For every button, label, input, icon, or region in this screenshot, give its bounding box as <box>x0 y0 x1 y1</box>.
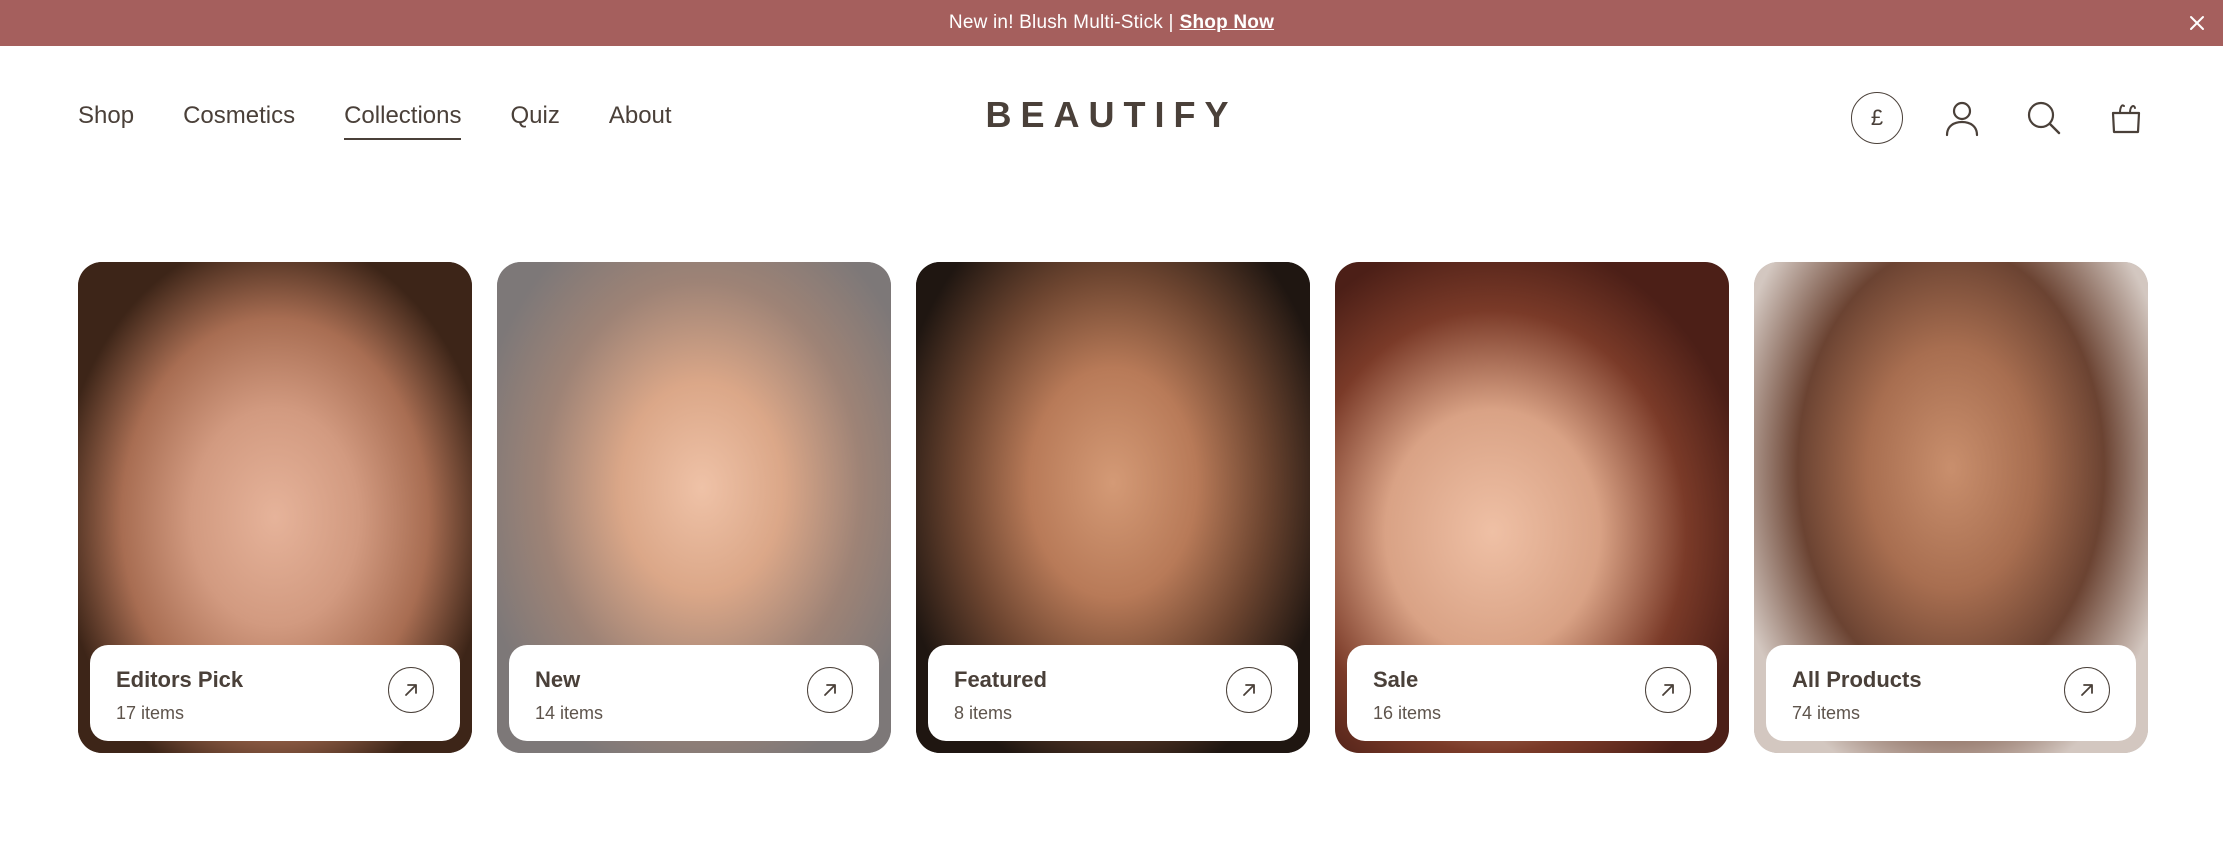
collections-grid: Editors Pick 17 items New 14 items Featu… <box>78 262 2148 753</box>
collection-count: 16 items <box>1373 703 1442 723</box>
arrow-up-right-icon <box>1662 684 1674 696</box>
bag-icon[interactable] <box>2107 99 2145 137</box>
arrow-up-right-icon <box>1243 684 1255 696</box>
site-header: Shop Cosmetics Collections Quiz About BE… <box>0 46 2223 188</box>
collection-title: Sale <box>1373 667 1419 692</box>
header-actions: £ <box>1851 92 2149 144</box>
collection-info: New 14 items <box>509 645 879 741</box>
collection-title: New <box>535 667 581 692</box>
currency-button[interactable]: £ <box>1851 92 1903 144</box>
arrow-up-right-icon <box>405 684 417 696</box>
collection-card-featured[interactable]: Featured 8 items <box>916 262 1310 753</box>
collection-info: Editors Pick 17 items <box>90 645 460 741</box>
arrow-up-right-icon <box>2081 684 2093 696</box>
search-button[interactable] <box>2021 95 2067 141</box>
shop-now-link[interactable]: Shop Now <box>1180 12 1274 34</box>
collection-info: Sale 16 items <box>1347 645 1717 741</box>
collection-title: All Products <box>1792 667 1922 692</box>
collection-card-new[interactable]: New 14 items <box>497 262 891 753</box>
collection-arrow-button[interactable] <box>807 667 853 713</box>
announcement-text: New in! Blush Multi-Stick | <box>948 12 1174 33</box>
collection-arrow-button[interactable] <box>1645 667 1691 713</box>
announcement-bar: New in! Blush Multi-Stick | Shop Now <box>0 0 2223 46</box>
collection-arrow-button[interactable] <box>1226 667 1272 713</box>
bag-button[interactable] <box>2103 95 2149 141</box>
collection-count: 8 items <box>954 703 1013 723</box>
account-button[interactable] <box>1939 95 1985 141</box>
collection-card-editors-pick[interactable]: Editors Pick 17 items <box>78 262 472 753</box>
close-icon[interactable] <box>2185 11 2209 35</box>
collection-arrow-button[interactable] <box>2064 667 2110 713</box>
search-icon[interactable] <box>2025 99 2063 137</box>
collection-title: Editors Pick <box>116 667 244 692</box>
collection-card-all-products[interactable]: All Products 74 items <box>1754 262 2148 753</box>
collection-count: 14 items <box>535 703 604 723</box>
close-announcement-button[interactable] <box>2185 11 2209 35</box>
collection-count: 17 items <box>116 703 185 723</box>
arrow-up-right-icon <box>824 684 836 696</box>
collection-count: 74 items <box>1792 703 1861 723</box>
collection-title: Featured <box>954 667 1047 692</box>
collection-info: All Products 74 items <box>1766 645 2136 741</box>
collection-info: Featured 8 items <box>928 645 1298 741</box>
user-icon[interactable] <box>1942 98 1982 138</box>
collection-arrow-button[interactable] <box>388 667 434 713</box>
collection-card-sale[interactable]: Sale 16 items <box>1335 262 1729 753</box>
